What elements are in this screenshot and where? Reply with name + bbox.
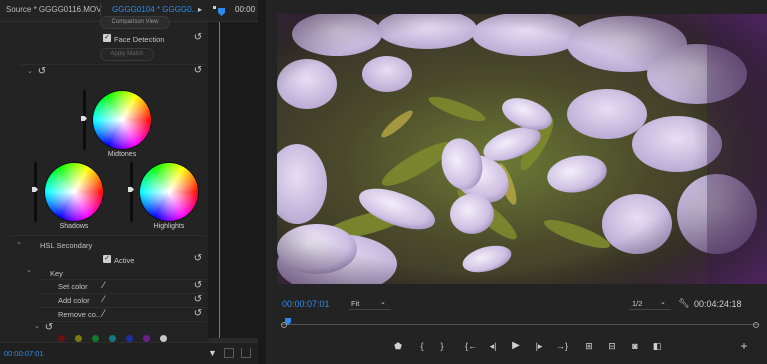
- reset-icon[interactable]: ↺: [193, 254, 203, 264]
- divider: [40, 293, 206, 294]
- reset-section-icon[interactable]: ↺: [37, 67, 47, 77]
- add-marker-icon[interactable]: ⬟: [392, 340, 404, 352]
- highlights-crosshair-icon: +: [165, 184, 173, 198]
- scrubber-track: [281, 324, 759, 325]
- color-swatch[interactable]: [92, 335, 99, 342]
- zoom-start-handle[interactable]: [281, 322, 287, 328]
- midtones-slider-handle[interactable]: [81, 116, 87, 121]
- divider: [40, 307, 206, 308]
- color-swatch[interactable]: [109, 335, 116, 342]
- active-checkbox[interactable]: ✓: [103, 255, 111, 263]
- active-label: Active: [114, 256, 135, 265]
- timeline-timecode: 00:00: [235, 5, 256, 14]
- source-panel: Source * GGGG0116.MOV GGGG0104 * GGGG0..…: [0, 0, 258, 364]
- chevron-down-icon[interactable]: ⌄: [26, 266, 32, 274]
- program-scrubber[interactable]: [281, 318, 759, 330]
- highlights-slider[interactable]: [130, 162, 133, 222]
- color-swatch[interactable]: [143, 335, 150, 342]
- divider: [10, 235, 206, 236]
- tab-lumetri-sequence[interactable]: GGGG0104 * GGGG0...: [112, 5, 198, 14]
- color-swatch[interactable]: [75, 335, 82, 342]
- chevron-down-icon[interactable]: ⌄: [34, 322, 40, 330]
- timeline-marker-icon: [213, 6, 216, 9]
- divider: [40, 321, 206, 322]
- apply-match-button[interactable]: Apply Match: [100, 48, 154, 61]
- program-duration-timecode: 00:04:24:18: [694, 299, 742, 309]
- extract-icon[interactable]: ⊟: [606, 340, 618, 352]
- tab-divider: [100, 3, 101, 17]
- tab-overflow-arrow[interactable]: ▸: [198, 5, 202, 14]
- program-current-timecode[interactable]: 00:00:07:01: [282, 299, 330, 309]
- program-video-frame[interactable]: [277, 14, 767, 284]
- bottom-timecode[interactable]: 00:00:07:01: [4, 349, 44, 358]
- highlights-label: Highlights: [153, 223, 185, 230]
- chevron-down-icon: ⌄: [660, 299, 666, 306]
- flower-video-image: [277, 14, 767, 284]
- zoom-fit-dropdown[interactable]: Fit ⌄: [349, 297, 391, 310]
- midtones-label: Midtones: [107, 151, 137, 158]
- playhead-line: [219, 22, 220, 342]
- highlights-slider-handle[interactable]: [128, 187, 134, 192]
- resolution-label: 1/2: [632, 299, 643, 308]
- comparison-view-icon[interactable]: ◧: [651, 340, 663, 352]
- go-to-out-icon[interactable]: →}: [556, 340, 568, 352]
- lumetri-color-panel: Comparison View ✓ Face Detection ↺ Apply…: [0, 16, 208, 342]
- set-color-eyedropper-icon[interactable]: ⁄: [103, 281, 112, 290]
- chevron-down-icon[interactable]: ⌄: [16, 238, 22, 246]
- face-detection-checkbox[interactable]: ✓: [103, 34, 111, 42]
- insert-icon[interactable]: [224, 348, 234, 358]
- remove-color-label: Remove co...: [58, 310, 103, 319]
- panel-divider[interactable]: [258, 0, 266, 364]
- remove-color-eyedropper-icon[interactable]: ⁄: [103, 309, 112, 318]
- hsl-secondary-label[interactable]: HSL Secondary: [40, 241, 92, 250]
- filter-icon[interactable]: ▼: [208, 348, 217, 358]
- chevron-down-icon: ⌄: [380, 299, 386, 306]
- export-frame-camera-icon[interactable]: ◙: [629, 340, 641, 352]
- mark-in-icon[interactable]: {: [416, 340, 428, 352]
- mini-timeline: [208, 22, 258, 342]
- reset-icon[interactable]: ↺: [193, 295, 203, 305]
- face-detection-label: Face Detection: [114, 35, 165, 44]
- button-editor-plus-icon[interactable]: +: [738, 340, 750, 352]
- zoom-end-handle[interactable]: [753, 322, 759, 328]
- play-icon[interactable]: ▶: [510, 340, 522, 352]
- key-label: Key: [50, 269, 63, 278]
- chevron-down-icon[interactable]: ⌄: [27, 67, 33, 75]
- add-color-eyedropper-icon[interactable]: ⁄: [103, 295, 112, 304]
- shadows-label: Shadows: [59, 223, 89, 230]
- add-color-label: Add color: [58, 296, 90, 305]
- set-color-label: Set color: [58, 282, 88, 291]
- step-forward-icon[interactable]: |▸: [533, 340, 545, 352]
- divider: [20, 64, 206, 65]
- shadows-crosshair-icon: +: [70, 184, 78, 198]
- comparison-view-button[interactable]: Comparison View: [100, 16, 170, 29]
- midtones-crosshair-icon: +: [118, 112, 126, 126]
- zoom-fit-label: Fit: [351, 299, 360, 308]
- go-to-in-icon[interactable]: {←: [465, 340, 477, 352]
- tab-source[interactable]: Source * GGGG0116.MOV: [6, 5, 101, 14]
- wrench-settings-icon[interactable]: 🔧︎: [678, 297, 690, 309]
- step-back-icon[interactable]: ◂|: [487, 340, 499, 352]
- reset-icon[interactable]: ↺: [193, 66, 203, 76]
- reset-icon[interactable]: ↺: [193, 33, 203, 43]
- shadows-slider-handle[interactable]: [32, 187, 38, 192]
- color-swatch[interactable]: [126, 335, 133, 342]
- color-swatch[interactable]: [58, 335, 65, 342]
- playhead-icon[interactable]: [218, 8, 225, 16]
- divider: [40, 279, 206, 280]
- shadows-slider[interactable]: [34, 162, 37, 222]
- bottom-status-bar: 00:00:07:01 ▼: [0, 342, 258, 364]
- color-swatch[interactable]: [160, 335, 167, 342]
- lift-icon[interactable]: ⊞: [583, 340, 595, 352]
- mark-out-icon[interactable]: }: [436, 340, 448, 352]
- export-icon[interactable]: [241, 348, 251, 358]
- reset-icon[interactable]: ↺: [193, 309, 203, 319]
- reset-icon[interactable]: ↺: [193, 281, 203, 291]
- reset-section-icon[interactable]: ↺: [44, 323, 54, 333]
- resolution-dropdown[interactable]: 1/2 ⌄: [629, 297, 671, 310]
